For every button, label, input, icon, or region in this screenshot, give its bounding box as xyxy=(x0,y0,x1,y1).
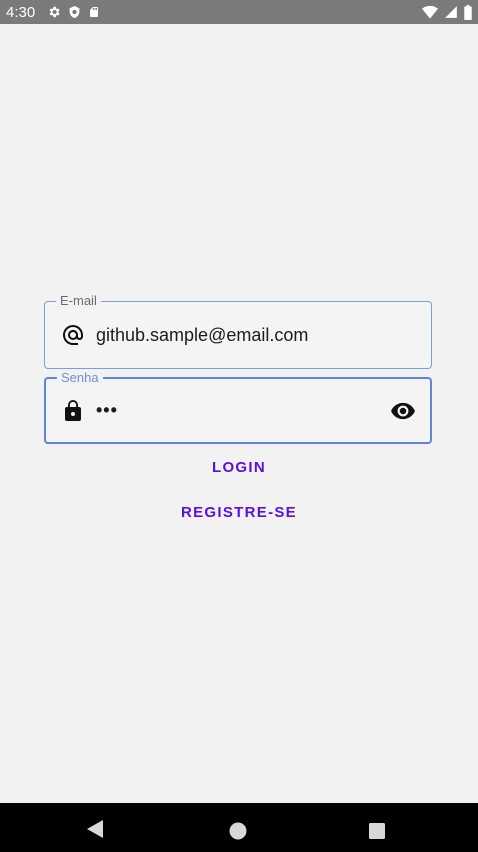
eye-icon[interactable] xyxy=(390,398,416,424)
lock-icon xyxy=(61,399,85,423)
wifi-icon xyxy=(422,5,438,19)
email-field[interactable]: E-mail github.sample@email.com xyxy=(44,293,432,369)
shield-icon xyxy=(68,5,81,19)
login-button[interactable]: LOGIN xyxy=(0,459,478,476)
sd-card-icon xyxy=(88,5,100,19)
battery-icon xyxy=(464,4,472,20)
back-icon[interactable] xyxy=(86,820,104,838)
status-left-icons xyxy=(47,5,100,19)
password-input[interactable]: ••• xyxy=(96,400,118,421)
password-field-label: Senha xyxy=(57,370,103,386)
status-bar: 4:30 xyxy=(0,0,478,24)
at-sign-icon xyxy=(61,323,85,347)
password-field[interactable]: Senha ••• xyxy=(44,370,432,444)
register-button[interactable]: REGISTRE-SE xyxy=(0,504,478,521)
login-screen: 4:30 E-mail github.sample@email.com Senh… xyxy=(0,0,478,852)
recent-apps-icon[interactable] xyxy=(369,823,385,839)
gear-icon xyxy=(47,5,61,19)
status-time: 4:30 xyxy=(6,3,36,21)
home-icon[interactable] xyxy=(229,822,247,840)
status-right-icons xyxy=(422,4,472,20)
navigation-bar xyxy=(0,803,478,852)
signal-icon xyxy=(444,5,458,19)
email-field-label: E-mail xyxy=(56,293,101,309)
email-input[interactable]: github.sample@email.com xyxy=(96,325,308,346)
